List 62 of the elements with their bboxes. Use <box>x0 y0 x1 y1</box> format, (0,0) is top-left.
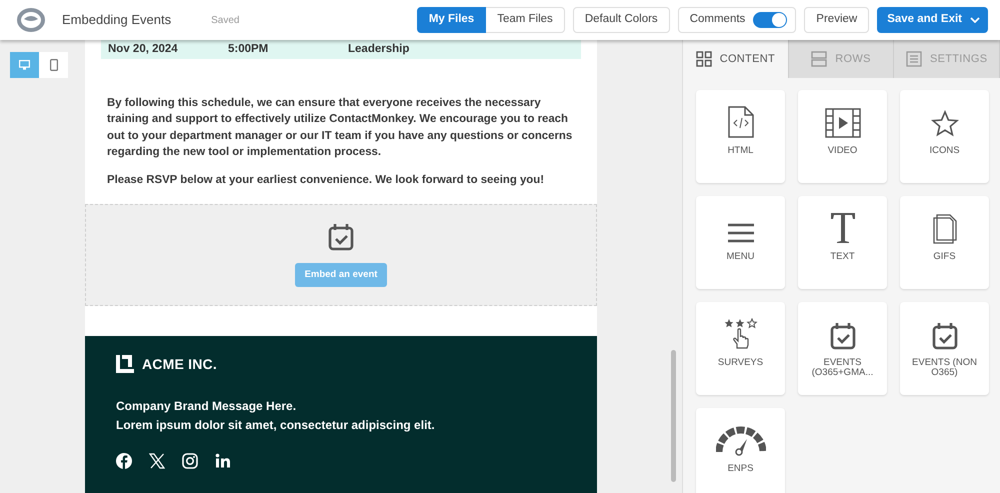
instagram-icon <box>182 452 198 469</box>
mobile-view-button[interactable] <box>39 52 68 78</box>
phone-icon <box>50 59 58 71</box>
tile-label: GIFS <box>932 252 957 262</box>
content-block-tile[interactable]: ENPS <box>696 408 785 493</box>
comments-label: Comments <box>690 12 746 28</box>
text-t-icon <box>828 212 856 244</box>
gauge-icon <box>716 426 766 456</box>
menu-icon <box>726 222 754 244</box>
content-block-tile[interactable]: ICONS <box>900 90 989 183</box>
file-tab[interactable]: My Files <box>416 7 486 33</box>
tile-label: MENU <box>726 252 756 262</box>
table-cell-text: Nov 20, 2024 <box>108 42 179 57</box>
tile-label: EVENTS (O365+GMA... <box>810 358 874 378</box>
preview-button[interactable]: Preview <box>804 7 870 33</box>
calendar-check-icon <box>328 222 354 251</box>
calendar-check-icon <box>830 322 856 350</box>
content-block-tile[interactable]: MENU <box>696 196 785 289</box>
footer-message: Company Brand Message Here. <box>116 398 298 415</box>
footer-message: Lorem ipsum dolor sit amet, consectetur adipiscing elit. <box>116 416 436 434</box>
monitor-icon <box>19 60 30 70</box>
paragraph: Please RSVP below at your earliest convenience. We look forward to seeing you! <box>106 172 545 188</box>
content-block-tile[interactable]: EVENTS (NON O365) <box>900 302 989 395</box>
facebook-icon <box>116 452 132 469</box>
tile-label: HTML <box>726 146 754 156</box>
brand-name: ACME INC. <box>142 354 217 374</box>
content-block-tile[interactable]: VIDEO <box>798 90 887 183</box>
default-colors-button[interactable]: Default Colors <box>572 7 670 33</box>
grid-icon <box>696 51 712 67</box>
tile-label: SURVEYS <box>716 358 764 368</box>
x-icon <box>149 452 165 469</box>
file-icon <box>932 214 956 244</box>
linkedin-icon <box>215 452 231 469</box>
desktop-view-button[interactable] <box>10 52 39 78</box>
document-title: Embedding Events <box>62 11 172 30</box>
tile-label: VIDEO <box>826 146 858 156</box>
file-tab[interactable]: Team Files <box>486 7 565 33</box>
table-cell-text: Leadership <box>348 42 410 57</box>
logo-icon <box>16 7 46 33</box>
tile-label: TEXT <box>829 252 856 262</box>
table-cell-text: 5:00PM <box>228 42 270 57</box>
paragraph: By following this schedule, we can ensure that everyone receives the necessary training and support to effectively utilize ContactMonkey. We encourage you to reach out to your department manager or our IT team if you have any questions or concerns regarding the new tool or implementation process. <box>106 96 574 160</box>
stars-pointer-icon <box>724 318 758 350</box>
content-block-tile[interactable]: HTML <box>696 90 785 183</box>
save-exit-button[interactable]: Save and Exit <box>877 7 988 33</box>
tile-label: EVENTS (NON O365) <box>911 358 978 378</box>
tile-label: ICONS <box>928 146 961 156</box>
content-block-tile[interactable]: EVENTS (O365+GMA... <box>798 302 887 395</box>
code-file-icon <box>728 106 754 138</box>
calendar-check-icon <box>932 322 958 350</box>
brand-logo-icon <box>116 355 134 374</box>
content-block-tile[interactable]: TEXT <box>798 196 887 289</box>
save-status: Saved <box>211 14 240 28</box>
film-icon <box>824 108 860 138</box>
tile-label: ENPS <box>726 464 754 474</box>
document-lines-icon <box>906 51 922 67</box>
caret-icon <box>970 17 980 23</box>
comments-toggle[interactable] <box>753 12 788 28</box>
content-block-tile[interactable]: GIFS <box>900 196 989 289</box>
star-icon <box>930 110 958 138</box>
content-block-tile[interactable]: SURVEYS <box>696 302 785 395</box>
rows-icon <box>811 51 828 67</box>
